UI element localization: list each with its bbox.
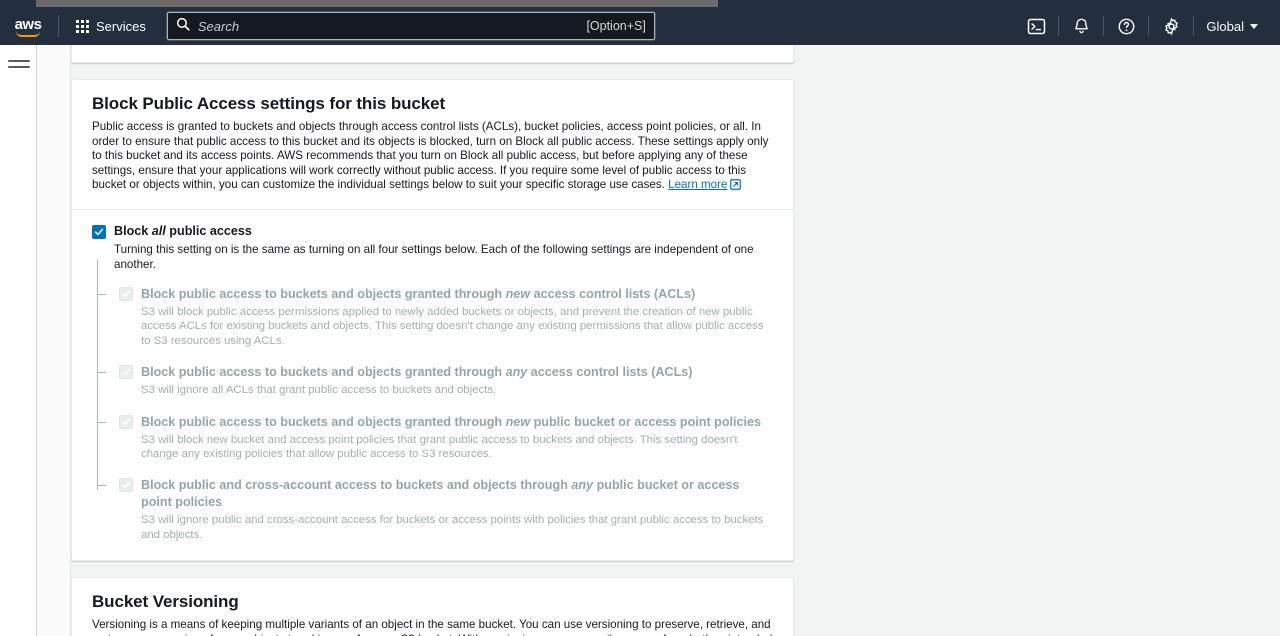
sub-setting-item: Block public access to buckets and objec… [97, 414, 773, 462]
help-circle-icon[interactable] [1104, 7, 1148, 45]
block-public-access-card: Block Public Access settings for this bu… [71, 79, 794, 562]
block-public-access-header: Block Public Access settings for this bu… [72, 80, 793, 209]
block-new-acls-label: Block public access to buckets and objec… [141, 286, 695, 303]
bucket-versioning-card: Bucket Versioning Versioning is a means … [71, 577, 794, 636]
gear-icon[interactable] [1149, 7, 1193, 45]
block-public-access-description: Public access is granted to buckets and … [92, 120, 773, 195]
aws-logo[interactable]: aws [0, 16, 56, 37]
sub-settings-tree: Block public access to buckets and objec… [97, 259, 773, 542]
sub-setting-row[interactable]: Block public access to buckets and objec… [119, 364, 773, 381]
label-post: public bucket or access point policies [530, 414, 762, 429]
services-grid-icon [76, 19, 89, 33]
label-emphasis: any [571, 478, 594, 493]
label-pre: Block public access to buckets and objec… [141, 414, 506, 429]
label-emphasis: new [505, 286, 531, 301]
hamburger-menu-icon[interactable] [8, 53, 30, 75]
sub-setting-row[interactable]: Block public and cross-account access to… [119, 477, 773, 511]
tree-branch-connector [97, 421, 106, 423]
block-new-policies-checkbox[interactable] [119, 414, 133, 429]
tree-branch-connector [97, 293, 106, 295]
nav-right-group: Global [1014, 7, 1280, 45]
block-all-public-access-checkbox[interactable] [92, 224, 106, 239]
block-new-acls-description: S3 will block public access permissions … [141, 305, 764, 347]
bucket-versioning-description: Versioning is a means of keeping multipl… [92, 618, 773, 636]
browser-chrome-sliver [36, 0, 718, 7]
chevron-down-icon [1250, 23, 1258, 29]
block-all-public-access-label: Block all public access [114, 224, 252, 239]
bell-icon[interactable] [1059, 7, 1103, 45]
collapsed-side-panel[interactable] [37, 45, 70, 636]
label-post: public access [165, 223, 252, 238]
block-all-public-access-row[interactable]: Block all public access [92, 224, 773, 239]
sub-setting-item: Block public access to buckets and objec… [97, 286, 773, 348]
block-new-acls-checkbox[interactable] [119, 286, 133, 301]
nav-divider [58, 15, 59, 37]
top-sliver-right [718, 0, 1280, 7]
block-any-acls-checkbox[interactable] [119, 365, 133, 380]
label-post: access control lists (ACLs) [530, 286, 696, 301]
block-new-policies-description: S3 will block new bucket and access poin… [141, 433, 738, 460]
services-label: Services [96, 18, 146, 34]
cloudshell-icon[interactable] [1014, 7, 1058, 45]
label-post: access control lists (ACLs) [527, 365, 693, 380]
search-shortcut-hint: [Option+S] [586, 19, 646, 33]
services-menu-button[interactable]: Services [67, 12, 155, 40]
block-any-acls-label: Block public access to buckets and objec… [141, 364, 692, 381]
label-pre: Block public access to buckets and objec… [141, 365, 506, 380]
external-link-icon[interactable] [730, 179, 742, 195]
tree-branch-connector [97, 485, 106, 487]
global-search-bar[interactable]: [Option+S] [166, 12, 655, 40]
bucket-versioning-title: Bucket Versioning [92, 592, 239, 612]
page-title: Block Public Access settings for this bu… [92, 94, 446, 113]
sub-setting-row[interactable]: Block public access to buckets and objec… [119, 286, 773, 303]
search-input[interactable] [189, 17, 581, 35]
block-any-policies-checkbox[interactable] [119, 478, 133, 493]
block-new-policies-label: Block public access to buckets and objec… [141, 414, 761, 431]
previous-section-card-partial [71, 45, 794, 63]
aws-logo-text: aws [14, 15, 42, 33]
block-public-access-body: Block all public access Turning this set… [72, 210, 793, 560]
top-sliver-left [0, 0, 36, 7]
label-emphasis: all [151, 223, 166, 238]
block-all-public-access-description: Turning this setting on is the same as t… [114, 242, 754, 271]
left-rail [0, 45, 36, 636]
label-emphasis: new [505, 414, 531, 429]
aws-global-nav: aws Services [Option+S] [0, 7, 1280, 45]
region-selector[interactable]: Global [1194, 7, 1270, 45]
block-any-acls-description: S3 will ignore all ACLs that grant publi… [141, 384, 497, 397]
sub-setting-item: Block public and cross-account access to… [97, 477, 773, 542]
bucket-versioning-header: Bucket Versioning Versioning is a means … [72, 578, 793, 636]
label-pre: Block [114, 223, 152, 238]
block-any-policies-description: S3 will ignore public and cross-account … [141, 514, 764, 541]
block-any-policies-label: Block public and cross-account access to… [141, 477, 773, 511]
learn-more-link[interactable]: Learn more [668, 178, 727, 191]
tree-branch-connector [97, 372, 106, 374]
region-label: Global [1206, 18, 1244, 34]
search-icon [176, 17, 190, 36]
sub-setting-item: Block public access to buckets and objec… [97, 364, 773, 397]
label-pre: Block public and cross-account access to… [141, 478, 572, 493]
main-content: Block Public Access settings for this bu… [71, 45, 1280, 636]
sub-setting-row[interactable]: Block public access to buckets and objec… [119, 414, 773, 431]
description-text: Public access is granted to buckets and … [92, 120, 769, 192]
aws-logo-smile [16, 31, 40, 37]
label-emphasis: any [505, 365, 528, 380]
label-pre: Block public access to buckets and objec… [141, 286, 506, 301]
